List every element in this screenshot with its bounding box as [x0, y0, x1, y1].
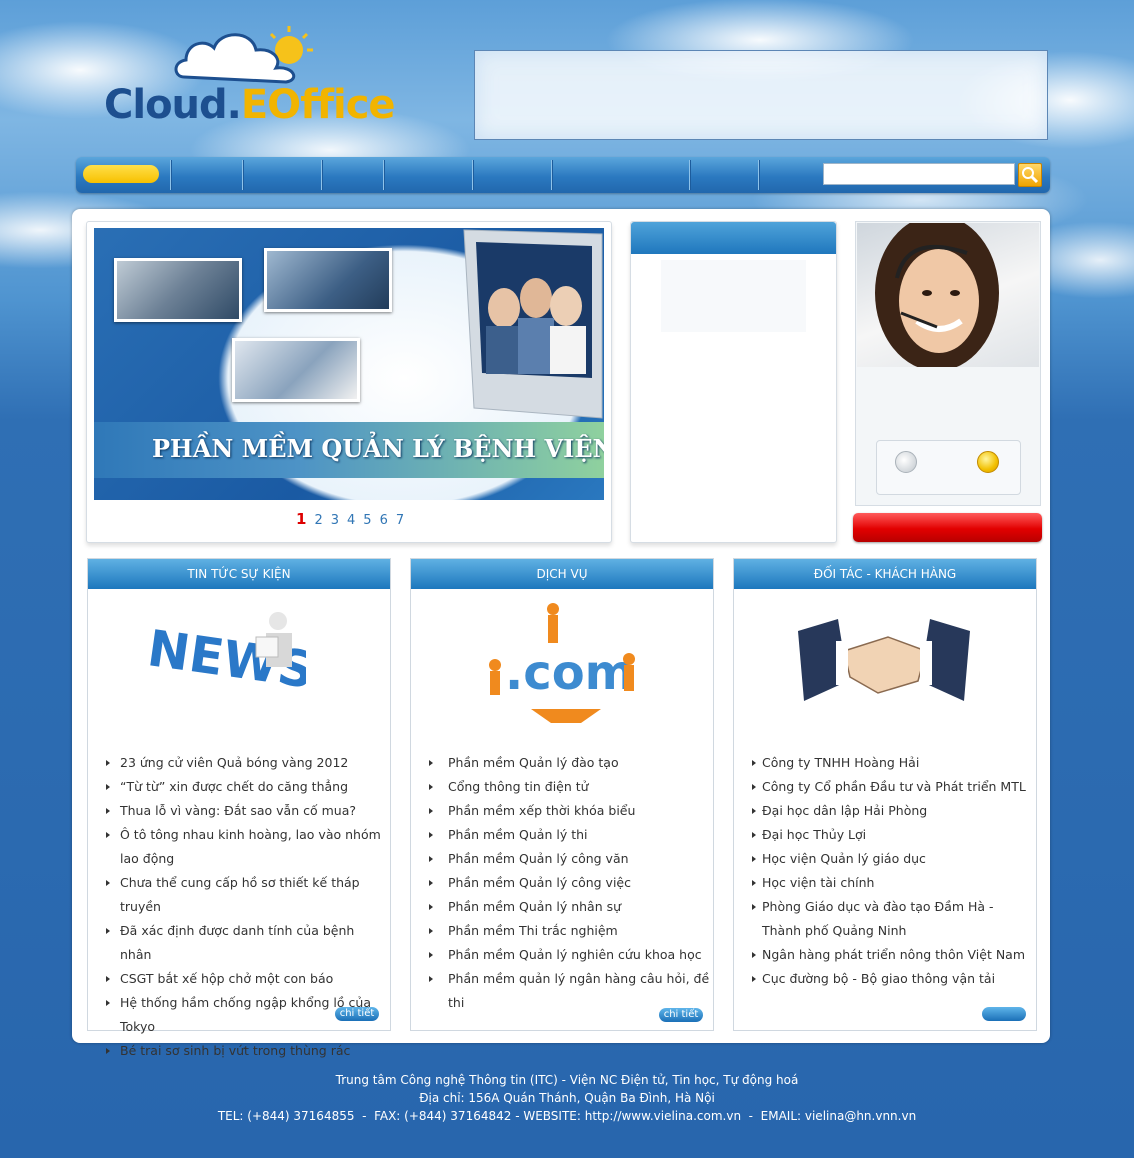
nav-separator — [170, 160, 172, 190]
search-button[interactable] — [1018, 163, 1042, 187]
partner-item[interactable]: Phòng Giáo dục và đào tạo Đầm Hà - Thành… — [752, 895, 1034, 943]
service-item[interactable]: Phần mềm xếp thời khóa biểu — [429, 799, 711, 823]
support-red-button[interactable] — [853, 513, 1042, 542]
support-agent-photo — [857, 223, 1039, 367]
partner-item[interactable]: Ngân hàng phát triển nông thôn Việt Nam — [752, 943, 1034, 967]
partners-header: ĐỐI TÁC - KHÁCH HÀNG — [734, 559, 1036, 589]
nav-separator — [758, 160, 760, 190]
service-item[interactable]: Phần mềm Thi trắc nghiệm — [429, 919, 711, 943]
logo-text-eoffice: EOffice — [240, 82, 396, 128]
monitor-doctors-illustration — [463, 229, 603, 419]
nav-separator — [551, 160, 553, 190]
slider-page-4[interactable]: 4 — [347, 513, 355, 528]
logo-text-cloud: Cloud. — [104, 82, 242, 128]
service-item[interactable]: Phần mềm Quản lý đào tạo — [429, 751, 711, 775]
slider-page-7[interactable]: 7 — [396, 513, 404, 528]
partners-column: ĐỐI TÁC - KHÁCH HÀNG Công ty TNHH Hoàng … — [733, 558, 1037, 1031]
nav-separator — [383, 160, 385, 190]
nav-separator — [242, 160, 244, 190]
site-footer: Trung tâm Công nghệ Thông tin (ITC) - Vi… — [0, 1071, 1134, 1125]
news-illustration: NEWS — [146, 612, 306, 700]
news-item[interactable]: Chưa thể cung cấp hồ sơ thiết kế tháp tr… — [106, 871, 388, 919]
slider-page-1[interactable]: 1 — [296, 510, 306, 528]
services-detail-button[interactable]: chi tiết — [659, 1008, 703, 1022]
slider-page-2[interactable]: 2 — [314, 513, 322, 528]
partners-detail-button[interactable] — [982, 1007, 1026, 1021]
news-item[interactable]: Bé trai sơ sinh bị vứt trong thùng rác — [106, 1039, 388, 1063]
middle-box — [630, 221, 837, 543]
com-illustration: .com — [489, 603, 635, 723]
partner-item[interactable]: Công ty TNHH Hoàng Hải — [752, 751, 1034, 775]
partner-item[interactable]: Học viện tài chính — [752, 871, 1034, 895]
footer-organization: Trung tâm Công nghệ Thông tin (ITC) - Vi… — [335, 1073, 799, 1087]
nav-separator — [472, 160, 474, 190]
slider-pager: 1234567 — [296, 510, 412, 530]
partner-item[interactable]: Đại học Thủy Lợi — [752, 823, 1034, 847]
partners-list: Công ty TNHH Hoàng Hải Công ty Cổ phần Đ… — [734, 751, 1034, 991]
site-logo[interactable]: Cloud.EOffice — [104, 22, 434, 128]
slide-caption: PHẦN MỀM QUẢN LÝ BỆNH VIỆN — [94, 422, 604, 478]
chat-status-box — [876, 440, 1021, 495]
service-item[interactable]: Phần mềm Quản lý công văn — [429, 847, 711, 871]
nav-separator — [321, 160, 323, 190]
news-item[interactable]: CSGT bắt xế hộp chở một con báo — [106, 967, 388, 991]
nav-item-home[interactable] — [83, 165, 159, 183]
partner-item[interactable]: Công ty Cổ phần Đầu tư và Phát triển MTL — [752, 775, 1034, 799]
service-item[interactable]: Cổng thông tin điện tử — [429, 775, 711, 799]
footer-address: Địa chỉ: 156A Quán Thánh, Quận Ba Đình, … — [419, 1091, 715, 1105]
slider-page-6[interactable]: 6 — [380, 513, 388, 528]
service-item[interactable]: Phần mềm Quản lý nhân sự — [429, 895, 711, 919]
services-list: Phần mềm Quản lý đào tạo Cổng thông tin … — [411, 751, 711, 1015]
support-agent-illustration — [875, 223, 999, 367]
middle-box-content — [661, 260, 806, 332]
handshake-illustration — [798, 619, 970, 701]
computer-room-photo — [232, 338, 360, 402]
services-header: DỊCH VỤ — [411, 559, 713, 589]
service-item[interactable]: Phần mềm Quản lý thi — [429, 823, 711, 847]
support-box — [855, 221, 1041, 506]
news-item[interactable]: Đã xác định được danh tính của bệnh nhân — [106, 919, 388, 967]
yahoo-smiley-icon[interactable] — [977, 451, 999, 473]
slide-image[interactable]: PHẦN MỀM QUẢN LÝ BỆNH VIỆN — [94, 228, 604, 500]
news-item[interactable]: 23 ứng cử viên Quả bóng vàng 2012 — [106, 751, 388, 775]
news-item[interactable]: Thua lỗ vì vàng: Đắt sao vẫn cố mua? — [106, 799, 388, 823]
lab-photo — [264, 248, 392, 312]
service-item[interactable]: Phần mềm Quản lý nghiên cứu khoa học — [429, 943, 711, 967]
services-column: DỊCH VỤ .com Phần mềm Quản lý đào tạo Cổ… — [410, 558, 714, 1031]
partner-item[interactable]: Đại học dân lập Hải Phòng — [752, 799, 1034, 823]
news-column: TIN TỨC SỰ KIỆN NEWS 23 ứng cử viên Quả … — [87, 558, 391, 1058]
footer-contact: TEL: (+844) 37164855 - FAX: (+844) 37164… — [217, 1109, 917, 1123]
header-banner — [474, 50, 1048, 140]
service-item[interactable]: Phần mềm Quản lý công việc — [429, 871, 711, 895]
search-icon — [1022, 167, 1039, 184]
news-item[interactable]: “Từ từ” xin được chết do căng thẳng — [106, 775, 388, 799]
slide-caption-text: PHẦN MỀM QUẢN LÝ BỆNH VIỆN — [152, 434, 604, 463]
slider-page-5[interactable]: 5 — [363, 513, 371, 528]
factory-photo — [114, 258, 242, 322]
middle-box-header — [631, 222, 836, 254]
logo-text: Cloud.EOffice — [104, 82, 396, 128]
partner-item[interactable]: Học viện Quản lý giáo dục — [752, 847, 1034, 871]
news-header: TIN TỨC SỰ KIỆN — [88, 559, 390, 589]
svg-text:.com: .com — [505, 645, 635, 701]
news-detail-button[interactable]: chi tiết — [335, 1007, 379, 1021]
nav-separator — [689, 160, 691, 190]
main-nav — [76, 157, 1050, 193]
search-input[interactable] — [823, 163, 1015, 185]
slider-page-3[interactable]: 3 — [331, 513, 339, 528]
partner-item[interactable]: Cục đường bộ - Bộ giao thông vận tải — [752, 967, 1034, 991]
skype-status-icon[interactable] — [895, 451, 917, 473]
news-item[interactable]: Ô tô tông nhau kinh hoàng, lao vào nhóm … — [106, 823, 388, 871]
